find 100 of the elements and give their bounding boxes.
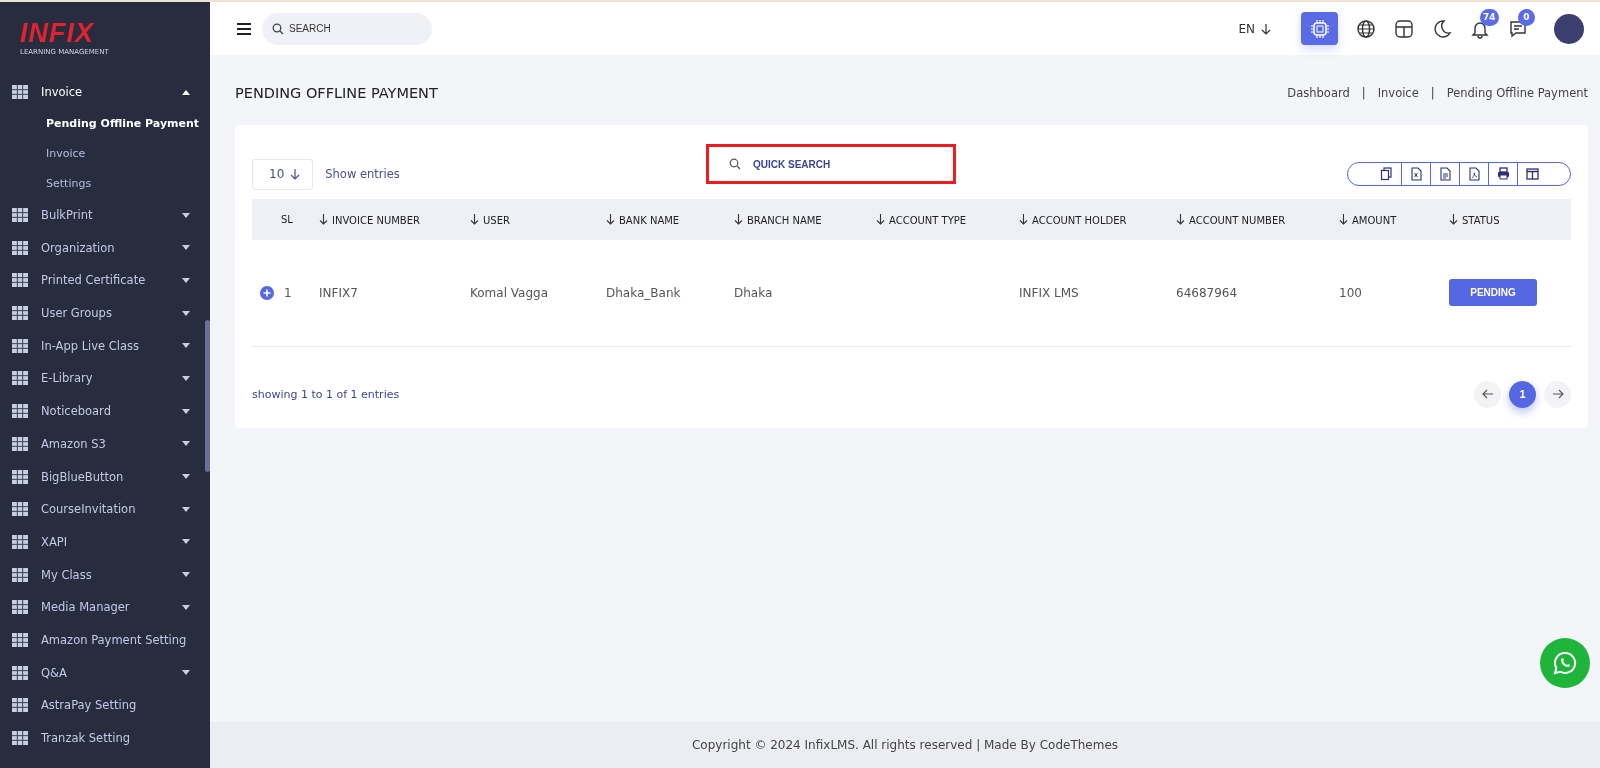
grid-icon xyxy=(12,469,28,484)
message-count: 0 xyxy=(1518,8,1535,26)
globe-icon[interactable] xyxy=(1356,18,1376,39)
grid-icon xyxy=(12,208,28,223)
grid-icon xyxy=(12,436,28,451)
phone-bubble-icon xyxy=(1552,650,1578,676)
caret-down-icon xyxy=(182,604,190,610)
column-header[interactable]: STATUS xyxy=(1448,199,1571,240)
grid-icon xyxy=(12,273,28,288)
sort-arrow-icon xyxy=(734,213,743,225)
breadcrumb-link[interactable]: Pending Offline Payment xyxy=(1446,86,1588,100)
column-header[interactable]: ACCOUNT TYPE xyxy=(875,199,1018,240)
column-header[interactable]: INVOICE NUMBER xyxy=(318,199,469,240)
table-cell: 1 xyxy=(284,285,292,300)
sidebar-item[interactable]: Q&A xyxy=(0,656,203,689)
column-header[interactable]: BANK NAME xyxy=(605,199,733,240)
sidebar-item[interactable]: E-Library xyxy=(0,362,203,395)
grid-icon xyxy=(12,632,28,647)
grid-icon xyxy=(12,698,28,713)
grid-icon xyxy=(12,502,28,517)
grid-icon xyxy=(12,404,28,419)
chip-button[interactable] xyxy=(1301,12,1338,45)
column-header[interactable]: ACCOUNT HOLDER xyxy=(1018,199,1175,240)
submenu-item[interactable]: Invoice xyxy=(0,138,203,169)
sidebar-item[interactable]: Invoice xyxy=(0,76,203,109)
sidebar-item[interactable]: BulkPrint xyxy=(0,198,203,232)
sidebar-item[interactable]: Organization xyxy=(0,231,203,265)
notification-count: 74 xyxy=(1480,8,1499,26)
entries-info: showing 1 to 1 of 1 entries xyxy=(252,387,400,401)
pdf-file-icon xyxy=(1467,167,1481,181)
caret-down-icon xyxy=(182,375,190,381)
caret-down-icon xyxy=(182,572,190,578)
caret-down-icon xyxy=(182,670,190,676)
arrow-left-icon xyxy=(1481,389,1494,399)
table-cell: INFIX LMS xyxy=(1019,285,1079,300)
caret-down-icon xyxy=(182,408,190,414)
sidebar-item[interactable]: Media Manager xyxy=(0,590,203,624)
sidebar-item[interactable]: Noticeboard xyxy=(0,394,203,428)
page-size-select[interactable]: 10 xyxy=(252,158,314,190)
submenu-item[interactable]: Settings xyxy=(0,168,203,199)
sort-arrow-icon xyxy=(470,213,479,225)
sort-arrow-icon xyxy=(876,213,885,225)
grid-icon xyxy=(12,731,28,746)
chat-button[interactable] xyxy=(1540,638,1590,688)
sidebar-item[interactable]: User Groups xyxy=(0,296,203,330)
table-cell: Dhaka_Bank xyxy=(606,285,681,300)
grid-icon xyxy=(12,85,28,100)
table-cell: INFIX7 xyxy=(319,285,358,300)
document-icon xyxy=(1438,167,1452,181)
caret-down-icon xyxy=(182,212,190,218)
sidebar-item[interactable]: Tranzak Setting xyxy=(0,721,203,755)
columns-icon xyxy=(1525,167,1539,181)
sort-arrow-icon xyxy=(1339,213,1348,225)
arrow-down-icon xyxy=(290,168,301,180)
breadcrumb-link[interactable]: Invoice xyxy=(1377,86,1419,100)
menu-icon[interactable] xyxy=(236,21,252,36)
sidebar-item[interactable]: Printed Certificate xyxy=(0,264,203,297)
status-badge[interactable]: PENDING xyxy=(1449,279,1537,307)
grid-icon xyxy=(12,240,28,255)
caret-down-icon xyxy=(182,441,190,447)
scrollbar-thumb[interactable] xyxy=(205,320,210,472)
search-field[interactable]: SEARCH xyxy=(262,12,432,45)
sidebar-item[interactable]: AstraPay Setting xyxy=(0,689,203,722)
sidebar-item[interactable]: Amazon Payment Setting xyxy=(0,623,203,657)
submenu-item[interactable]: Pending Offline Payment xyxy=(0,108,203,139)
column-header[interactable]: AMOUNT xyxy=(1338,199,1448,240)
copy-icon xyxy=(1380,167,1393,181)
grid-icon xyxy=(12,306,28,321)
grid-icon xyxy=(12,665,28,680)
breadcrumb-link[interactable]: Dashboard xyxy=(1287,86,1350,100)
layout-icon[interactable] xyxy=(1394,18,1414,39)
caret-down-icon xyxy=(182,343,190,349)
quick-search-field[interactable]: QUICK SEARCH xyxy=(706,144,956,184)
spreadsheet-file-icon xyxy=(1409,167,1423,181)
moon-icon[interactable] xyxy=(1432,18,1452,39)
grid-icon xyxy=(12,338,28,353)
caret-down-icon xyxy=(182,310,190,316)
print-icon xyxy=(1496,167,1510,181)
sidebar-item[interactable]: XAPI xyxy=(0,525,203,559)
search-icon xyxy=(729,158,741,170)
plus-circle-icon[interactable] xyxy=(260,285,274,300)
sidebar-item[interactable]: BigBlueButton xyxy=(0,460,203,493)
page-button[interactable]: 1 xyxy=(1509,380,1536,408)
column-header[interactable]: SL xyxy=(252,199,318,240)
chat-icon[interactable] xyxy=(1508,18,1528,39)
sidebar-item[interactable]: CourseInvitation xyxy=(0,492,203,526)
sidebar-item[interactable]: My Class xyxy=(0,558,203,591)
arrow-right-icon xyxy=(1551,389,1564,399)
sidebar-item[interactable]: Amazon S3 xyxy=(0,427,203,461)
grid-icon xyxy=(12,371,28,386)
column-header[interactable]: ACCOUNT NUMBER xyxy=(1175,199,1338,240)
language-selector[interactable]: EN xyxy=(1238,21,1271,36)
avatar[interactable] xyxy=(1554,13,1584,44)
sort-arrow-icon xyxy=(319,213,328,225)
caret-down-icon xyxy=(182,277,190,283)
column-header[interactable]: BRANCH NAME xyxy=(733,199,875,240)
sidebar-item[interactable]: In-App Live Class xyxy=(0,329,203,363)
grid-icon xyxy=(12,567,28,582)
breadcrumb-separator: | xyxy=(1361,86,1366,100)
column-header[interactable]: USER xyxy=(469,199,605,240)
